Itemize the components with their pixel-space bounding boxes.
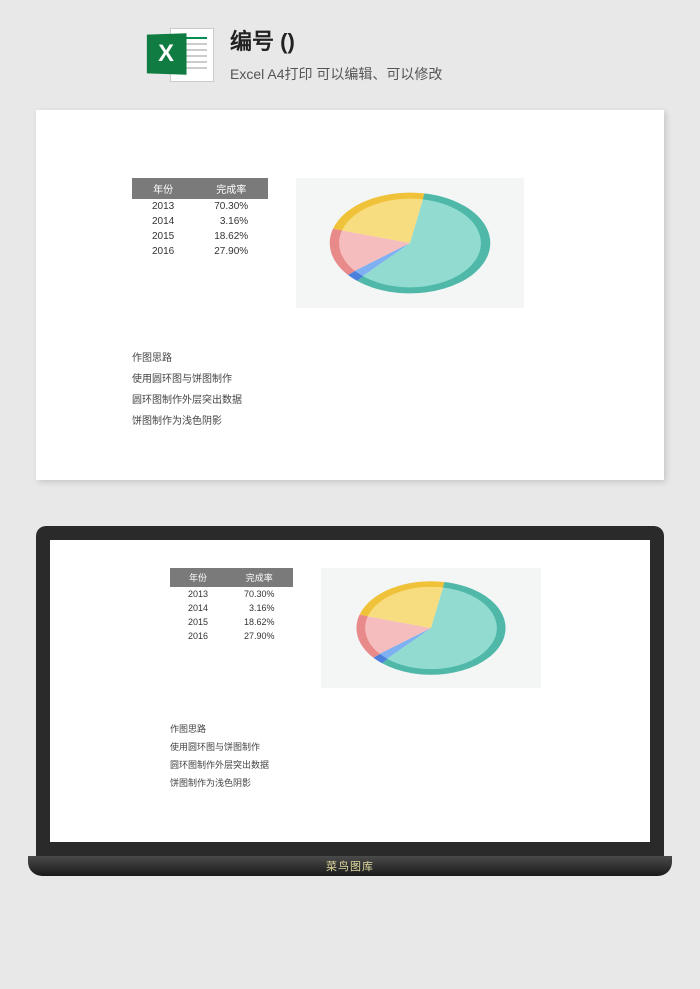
data-table-small: 年份 完成率 201370.30% 20143.16% 201518.62% 2…	[170, 568, 293, 643]
table-row: 20143.16%	[132, 214, 268, 229]
card-content-small: 年份 完成率 201370.30% 20143.16% 201518.62% 2…	[170, 568, 610, 688]
pie-chart-svg	[316, 187, 504, 299]
table-header-year: 年份	[170, 568, 226, 587]
note-line: 作图思路	[170, 720, 610, 738]
document-preview-card: 年份 完成率 201370.30% 20143.16% 201518.62% 2…	[36, 110, 664, 480]
excel-icon: X	[146, 24, 214, 86]
pie-chart	[296, 178, 524, 308]
data-table: 年份 完成率 201370.30% 20143.16% 201518.62% 2…	[132, 178, 268, 259]
table-row: 201518.62%	[170, 615, 293, 629]
table-row: 201627.90%	[170, 629, 293, 643]
notes-block-small: 作图思路 使用圆环图与饼图制作 圆环图制作外层突出数据 饼图制作为浅色阴影	[170, 720, 610, 792]
laptop-screen: 年份 完成率 201370.30% 20143.16% 201518.62% 2…	[36, 526, 664, 856]
laptop-base: 菜鸟图库	[28, 856, 672, 876]
note-line: 饼图制作为浅色阴影	[170, 774, 610, 792]
table-row: 201370.30%	[170, 587, 293, 601]
note-line: 使用圆环图与饼图制作	[132, 369, 624, 390]
notes-block: 作图思路 使用圆环图与饼图制作 圆环图制作外层突出数据 饼图制作为浅色阴影	[132, 348, 624, 432]
note-line: 饼图制作为浅色阴影	[132, 411, 624, 432]
table-row: 20143.16%	[170, 601, 293, 615]
table-header-rate: 完成率	[226, 568, 293, 587]
header-text: 编号 () Excel A4打印 可以编辑、可以修改	[230, 24, 442, 84]
table-row: 201627.90%	[132, 244, 268, 259]
note-line: 使用圆环图与饼图制作	[170, 738, 610, 756]
table-row: 201370.30%	[132, 199, 268, 214]
note-line: 圆环图制作外层突出数据	[132, 390, 624, 411]
page-header: X 编号 () Excel A4打印 可以编辑、可以修改	[0, 0, 700, 86]
pie-chart-small	[321, 568, 541, 688]
table-header-rate: 完成率	[194, 178, 268, 199]
page-title: 编号 ()	[230, 24, 442, 56]
note-line: 圆环图制作外层突出数据	[170, 756, 610, 774]
note-line: 作图思路	[132, 348, 624, 369]
laptop-mockup: 年份 完成率 201370.30% 20143.16% 201518.62% 2…	[36, 526, 664, 876]
pie-chart-svg	[339, 576, 523, 680]
page-subtitle: Excel A4打印 可以编辑、可以修改	[230, 64, 442, 84]
table-header-year: 年份	[132, 178, 194, 199]
table-row: 201518.62%	[132, 229, 268, 244]
card-content: 年份 完成率 201370.30% 20143.16% 201518.62% 2…	[132, 178, 624, 308]
laptop-brand-label: 菜鸟图库	[326, 858, 374, 874]
